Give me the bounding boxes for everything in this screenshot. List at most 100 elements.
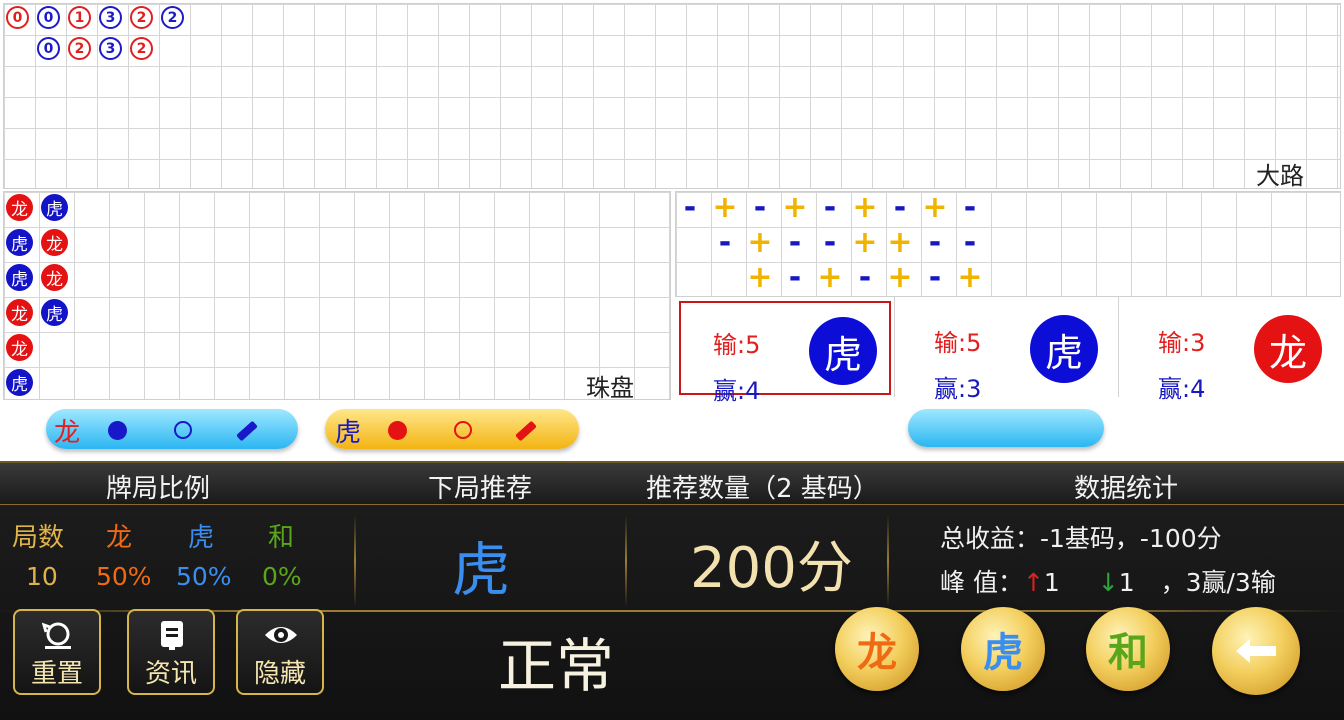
prediction-badge: 虎: [809, 317, 877, 385]
lose-count: 输:5: [934, 329, 982, 357]
stats-header: 数据统计: [1074, 474, 1179, 504]
plus-mark: +: [747, 260, 773, 295]
big-road-count-circle: 3: [99, 37, 122, 60]
tiger-ratio-value: 50%: [176, 562, 232, 591]
bead-plate-label: 珠盘: [586, 374, 634, 402]
prediction-area: 输:5 赢:4 虎 输:5 赢:3 虎 输:3 赢:4 龙: [675, 297, 1341, 461]
prediction-badge: 虎: [1030, 315, 1098, 383]
big-road-count-circle: 2: [130, 37, 153, 60]
peak-down: 1: [1118, 568, 1135, 597]
reset-label: 重置: [30, 659, 83, 689]
card-divider: [894, 297, 895, 397]
bead: 龙: [41, 264, 68, 291]
slash-icon: [515, 420, 537, 442]
dragon-ratio-label: 龙: [106, 523, 133, 553]
ring-dot-icon: [174, 421, 192, 439]
tiger-legend-label: 虎: [335, 418, 362, 448]
lose-count: 输:3: [1158, 329, 1206, 357]
lose-count: 输:5: [713, 331, 761, 359]
prediction-card[interactable]: 输:5 赢:4 虎: [679, 301, 891, 405]
plus-mark: +: [887, 260, 913, 295]
bead: 龙: [6, 299, 33, 326]
tiger-legend-pill[interactable]: 虎: [325, 409, 579, 449]
win-count: 赢:4: [713, 377, 761, 405]
big-road-count-circle: 2: [68, 37, 91, 60]
card-divider: [1118, 297, 1119, 397]
plus-mark: +: [852, 190, 878, 225]
bead-plate-grid: [3, 191, 671, 400]
reset-icon: [41, 622, 71, 649]
ratio-header: 牌局比例: [106, 474, 211, 504]
peak-up: 1: [1043, 568, 1060, 597]
prediction-card[interactable]: 输:5 赢:3 虎: [902, 301, 1114, 403]
big-road-count-circle: 1: [68, 6, 91, 29]
news-label: 资讯: [144, 659, 197, 689]
document-icon: [161, 621, 183, 650]
minus-mark: -: [753, 190, 767, 225]
big-road-count-circle: 0: [37, 6, 60, 29]
minus-mark: -: [928, 260, 942, 295]
prediction-card[interactable]: 输:3 赢:4 龙: [1126, 301, 1338, 403]
hide-label: 隐藏: [253, 659, 306, 689]
news-button[interactable]: 资讯: [127, 609, 215, 695]
peak-line: 峰 值：↑1 ↓1 ，3赢/3输: [940, 563, 1276, 599]
filled-dot-icon: [108, 421, 127, 440]
bet-tie-button[interactable]: 和: [1086, 607, 1170, 691]
plus-mark: +: [817, 260, 843, 295]
tie-ratio-label: 和: [268, 523, 295, 553]
minus-mark: -: [823, 190, 837, 225]
bet-tiger-button[interactable]: 虎: [961, 607, 1045, 691]
bead: 虎: [41, 299, 68, 326]
plus-mark: +: [712, 190, 738, 225]
plus-mark: +: [957, 260, 983, 295]
dragon-legend-pill[interactable]: 龙: [46, 409, 298, 449]
reset-button[interactable]: 重置: [13, 609, 101, 695]
arrow-down-icon: ↓: [1097, 568, 1119, 597]
ring-dot-icon: [454, 421, 472, 439]
minus-mark: -: [893, 190, 907, 225]
big-road-count-circle: 3: [99, 6, 122, 29]
arrow-left-icon: [1236, 639, 1276, 663]
plus-mark: +: [747, 225, 773, 260]
rounds-label: 局数: [12, 523, 65, 553]
plus-mark: +: [782, 190, 808, 225]
big-road-count-circle: 2: [130, 6, 153, 29]
plus-mark: +: [922, 190, 948, 225]
prediction-badge: 龙: [1254, 315, 1322, 383]
minus-mark: -: [823, 225, 837, 260]
back-button[interactable]: [1212, 607, 1300, 695]
minus-mark: -: [963, 225, 977, 260]
dragon-ratio-value: 50%: [96, 562, 152, 591]
bet-dragon-button[interactable]: 龙: [835, 607, 919, 691]
big-road-grid: [3, 3, 1341, 189]
bead: 虎: [6, 264, 33, 291]
bead: 龙: [6, 194, 33, 221]
status-text: 正常: [498, 632, 615, 700]
minus-mark: -: [683, 190, 697, 225]
bead: 虎: [6, 369, 33, 396]
big-road-label: 大路: [1256, 162, 1304, 190]
rounds-value: 10: [26, 562, 58, 591]
minus-mark: -: [858, 260, 872, 295]
next-pick: 虎: [452, 536, 511, 604]
next-header: 下局推荐: [428, 474, 533, 504]
minus-mark: -: [788, 260, 802, 295]
minus-mark: -: [788, 225, 802, 260]
panel-header-bar: 牌局比例 下局推荐 推荐数量（2 基码） 数据统计: [0, 463, 1344, 505]
bead: 龙: [41, 229, 68, 256]
blank-blue-pill[interactable]: [908, 409, 1104, 447]
filled-dot-icon: [388, 421, 407, 440]
tiger-ratio-label: 虎: [188, 523, 215, 553]
recommended-quantity: 200分: [690, 536, 853, 601]
big-road-count-circle: 0: [37, 37, 60, 60]
minus-mark: -: [963, 190, 977, 225]
divider: [625, 515, 627, 607]
win-count: 赢:4: [1158, 375, 1206, 403]
quantity-header: 推荐数量（2 基码）: [646, 474, 879, 504]
arrow-up-icon: ↑: [1022, 568, 1044, 597]
big-road-count-circle: 2: [161, 6, 184, 29]
bead: 虎: [41, 194, 68, 221]
minus-mark: -: [718, 225, 732, 260]
hide-button[interactable]: 隐藏: [236, 609, 324, 695]
control-panel: 牌局比例 下局推荐 推荐数量（2 基码） 数据统计 局数 10 龙 50% 虎 …: [0, 461, 1344, 720]
